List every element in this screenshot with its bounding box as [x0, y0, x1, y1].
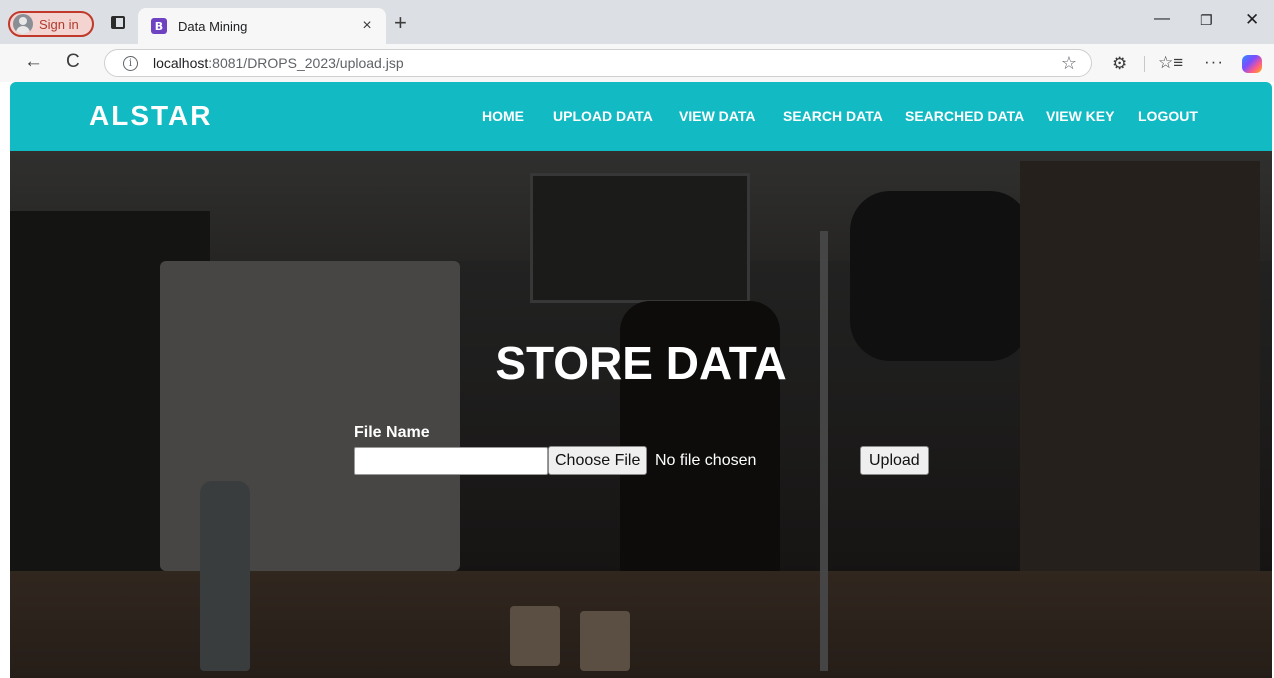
site-info-icon[interactable]: i	[123, 55, 138, 71]
extensions-icon[interactable]: ⚙	[1112, 54, 1127, 74]
nav-searched-data[interactable]: SEARCHED DATA	[905, 108, 1024, 124]
more-options-icon[interactable]: ···	[1204, 52, 1224, 72]
nav-view-key[interactable]: VIEW KEY	[1046, 108, 1114, 124]
window-close-icon[interactable]: ✕	[1245, 10, 1259, 30]
restore-icon[interactable]: ❐	[1200, 12, 1213, 29]
url-host: localhost	[153, 55, 209, 71]
nav-upload-data[interactable]: UPLOAD DATA	[553, 108, 653, 124]
file-name-input[interactable]	[354, 447, 548, 475]
back-arrow-icon[interactable]: ←	[24, 51, 43, 73]
reload-icon[interactable]: C	[66, 51, 80, 73]
favorite-star-icon[interactable]: ☆	[1061, 53, 1077, 74]
site-navbar: ALSTAR HOME UPLOAD DATA VIEW DATA SEARCH…	[10, 82, 1272, 151]
page-title: STORE DATA	[495, 337, 787, 389]
browser-toolbar: ← C i localhost:8081/DROPS_2023/upload.j…	[0, 44, 1274, 82]
browser-tab-strip: Sign in B Data Mining × + — ❐ ✕	[0, 0, 1274, 44]
sign-in-label: Sign in	[39, 16, 79, 32]
nav-logout[interactable]: LOGOUT	[1138, 108, 1198, 124]
new-tab-icon[interactable]: +	[394, 10, 407, 36]
copilot-icon[interactable]	[1242, 55, 1262, 73]
choose-file-button[interactable]: Choose File	[548, 446, 648, 475]
address-bar[interactable]: i localhost:8081/DROPS_2023/upload.jsp ☆	[104, 49, 1092, 77]
hero-background: STORE DATA File Name Choose File No file…	[10, 151, 1272, 678]
tab-title: Data Mining	[178, 18, 248, 34]
upload-button[interactable]: Upload	[860, 446, 929, 475]
minimize-icon[interactable]: —	[1154, 10, 1170, 28]
hero-overlay	[10, 151, 1272, 678]
favicon-icon: B	[151, 18, 167, 34]
profile-avatar-icon	[13, 14, 33, 34]
sign-in-button[interactable]: Sign in	[8, 11, 94, 37]
file-name-label: File Name	[354, 424, 430, 441]
favorites-icon[interactable]: ☆≡	[1158, 53, 1183, 73]
url-text[interactable]: localhost:8081/DROPS_2023/upload.jsp	[153, 55, 404, 71]
vertical-tabs-icon[interactable]	[111, 16, 125, 29]
nav-search-data[interactable]: SEARCH DATA	[783, 108, 883, 124]
browser-tab[interactable]: B Data Mining ×	[138, 8, 386, 44]
toolbar-divider	[1144, 56, 1145, 72]
url-path: :8081/DROPS_2023/upload.jsp	[208, 55, 404, 71]
page-viewport: ALSTAR HOME UPLOAD DATA VIEW DATA SEARCH…	[10, 82, 1272, 678]
nav-view-data[interactable]: VIEW DATA	[679, 108, 755, 124]
nav-home[interactable]: HOME	[482, 108, 524, 124]
site-nav-links: HOME UPLOAD DATA VIEW DATA SEARCH DATA S…	[10, 108, 1272, 128]
no-file-chosen-text: No file chosen	[655, 452, 757, 469]
tab-close-icon[interactable]: ×	[358, 17, 376, 35]
